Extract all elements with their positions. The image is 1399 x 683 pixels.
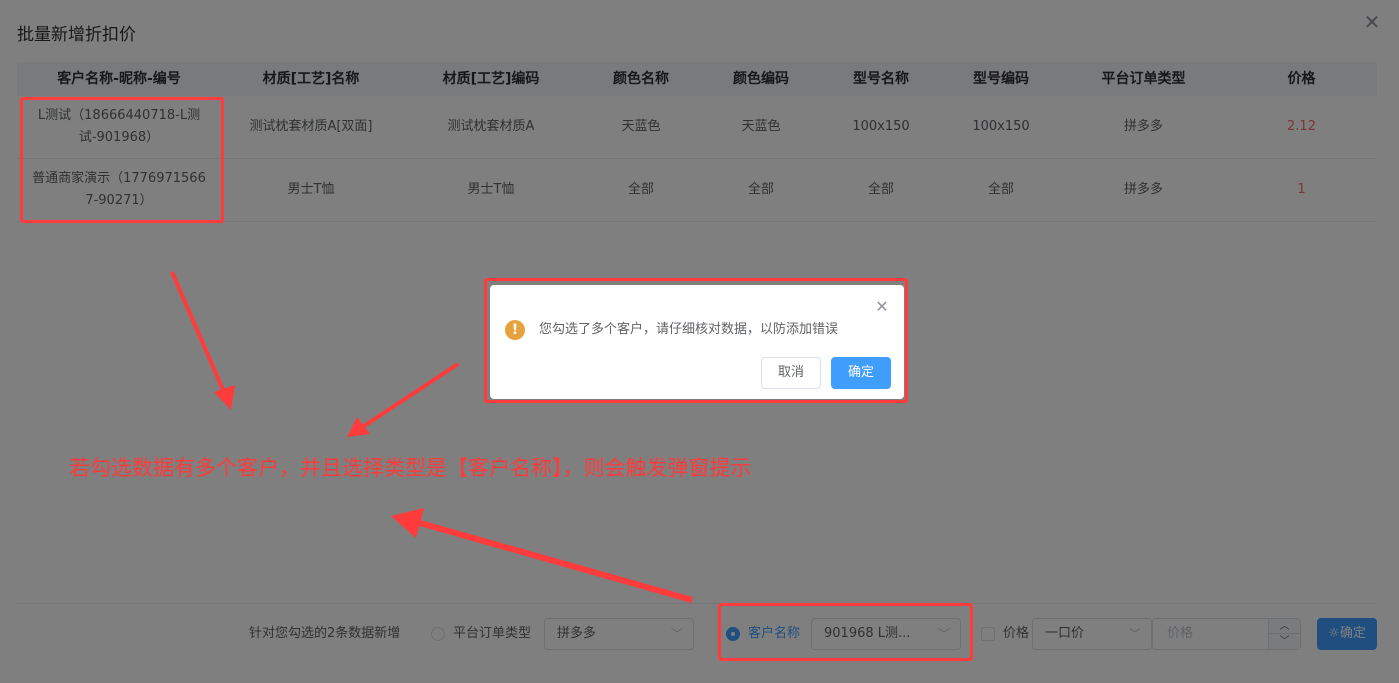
arrow-line — [362, 362, 460, 428]
arrow-head — [214, 385, 235, 410]
arrow-line — [170, 271, 226, 393]
arrow-head — [347, 417, 370, 437]
annotation-arrows — [170, 271, 693, 603]
arrow-line — [419, 520, 693, 603]
arrow-head — [391, 508, 424, 538]
annotation-text: 若勾选数据有多个客户，并且选择类型是【客户名称】，则会触发弹窗提示 — [69, 456, 752, 480]
